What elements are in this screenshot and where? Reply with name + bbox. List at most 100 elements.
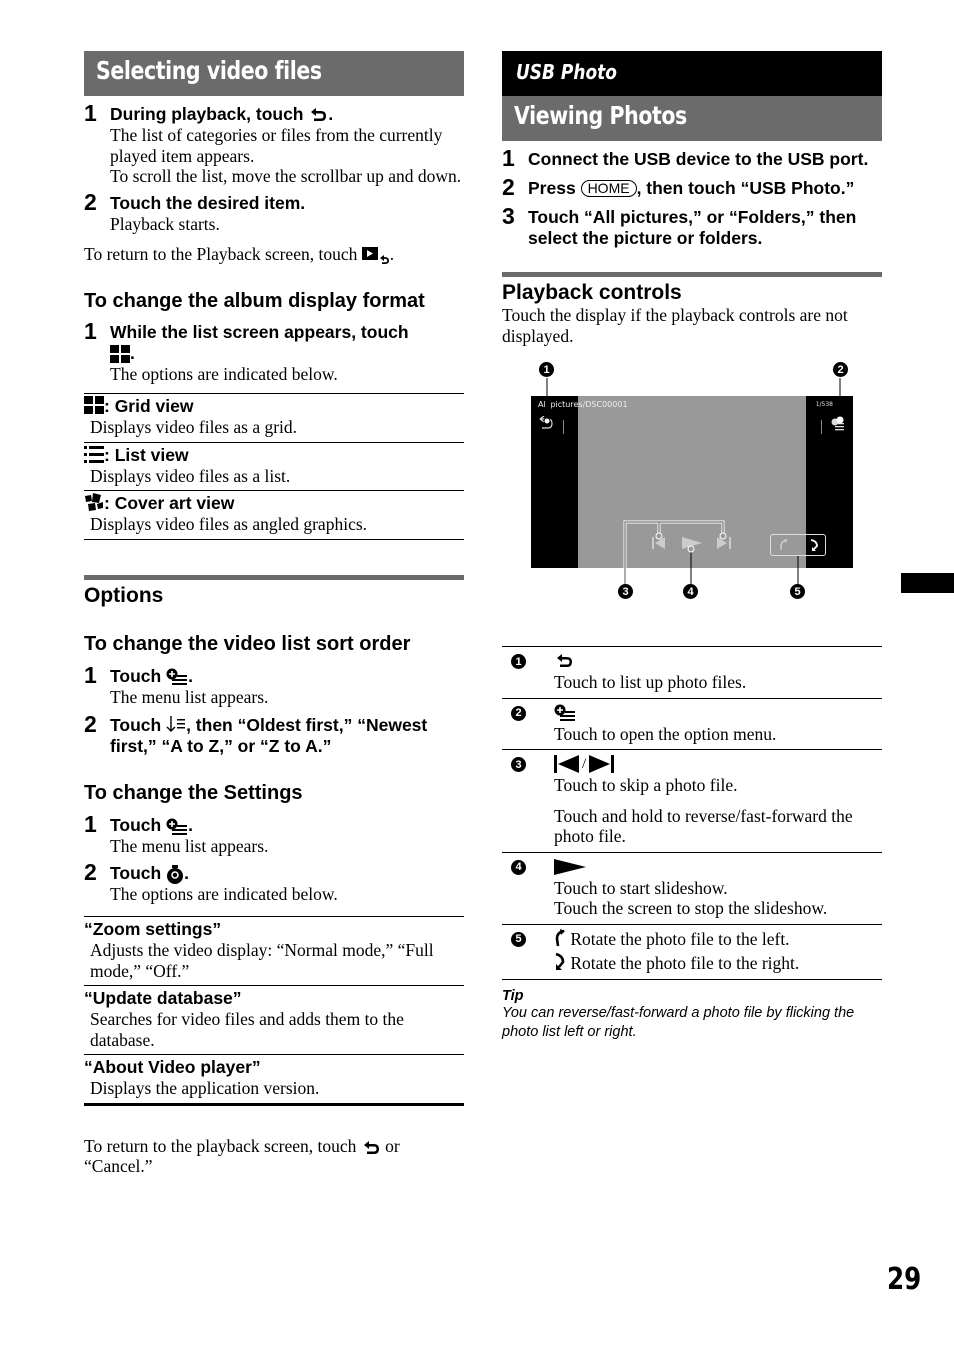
photo-step-1: 1 Connect the USB device to the USB port… (502, 145, 882, 171)
control-desc: Rotate the photo file to the left. (570, 928, 790, 949)
callout-1: 1 (511, 654, 526, 669)
return-text: To return to the Playback screen, touch (84, 244, 358, 264)
option-desc: Displays video files as angled graphics. (90, 514, 368, 535)
step-heading-text: Touch (110, 715, 162, 736)
back-arrow-icon (557, 654, 572, 667)
control-desc: Touch to open the option menu. (554, 723, 777, 744)
callout-leaders (543, 378, 844, 594)
step-1: 1 During playback, touch . The list of c… (84, 100, 464, 187)
step-heading: Press HOME, then touch “USB Photo.” (528, 178, 882, 199)
callout-3: 3 (511, 757, 526, 772)
step-2: 2 Touch the desired item. Playback start… (84, 189, 464, 235)
control-desc: Rotate the photo file to the right. (570, 953, 800, 973)
step-number: 1 (502, 145, 515, 171)
options-section: Options To change the video list sort or… (84, 574, 464, 1177)
step-heading: Touch the desired item. (110, 192, 306, 213)
callout-5: 5 (790, 584, 805, 599)
category-bar: USB Photo (502, 51, 882, 96)
control-row-option-menu: 2 Touch to open the option menu. (502, 699, 882, 750)
step-heading: Connect the USB device to the USB port. (528, 149, 869, 169)
callout-2: 2 (833, 362, 848, 377)
step-body: To scroll the list, move the scrollbar u… (110, 166, 462, 186)
option-desc: Displays the application version. (90, 1078, 320, 1099)
step-heading-text: , then touch “USB Photo.” (636, 178, 855, 198)
option-title: : Cover art view (84, 493, 464, 514)
photo-step-2: 2 Press HOME, then touch “USB Photo.” (502, 174, 882, 200)
back-arrow-icon (363, 1140, 379, 1154)
album-format-section: To change the album display format 1 Whi… (84, 289, 464, 540)
section-title-text: Viewing Photos (514, 101, 687, 130)
control-desc: Touch and hold to reverse/fast-forward t… (554, 805, 853, 847)
period: . (184, 862, 189, 883)
step-heading-text: Press (528, 178, 576, 198)
playback-controls-section: Playback controls Touch the display if t… (502, 272, 882, 1042)
option-desc: Displays video files as a list. (90, 465, 291, 486)
rotate-right-line: Rotate the photo file to the right. (554, 953, 882, 974)
step-heading-text: Touch (110, 815, 162, 836)
option-desc: Displays video files as a grid. (90, 417, 298, 438)
control-desc: Touch to start slideshow. (554, 877, 728, 898)
play-icon (554, 858, 586, 875)
control-row-skip: 3 / Touch to skip a photo file. Touch an… (502, 750, 882, 853)
album-format-title: To change the album display format (84, 289, 425, 312)
page-number: 29 (887, 1262, 922, 1297)
step-heading-text: While the list screen appears, touch (110, 321, 409, 342)
step-heading: Touch . (110, 815, 464, 836)
option-about-video-player: “About Video player” Displays the applic… (84, 1055, 464, 1106)
callout-5: 5 (511, 931, 526, 947)
option-title-text: : List view (104, 444, 189, 465)
control-desc: Touch to list up photo files. (554, 672, 747, 692)
step-heading: Touch “All pictures,” or “Folders,” then… (528, 207, 857, 248)
period: . (389, 244, 395, 264)
control-row-back: 1 Touch to list up photo files. (502, 647, 882, 699)
step-body: The options are indicated below. (110, 363, 338, 384)
option-list-view: : List view Displays video files as a li… (84, 443, 464, 492)
option-menu-icon (166, 818, 188, 835)
home-key: HOME (580, 180, 637, 197)
period: . (188, 815, 193, 836)
album-step-1: 1 While the list screen appears, touch .… (84, 318, 464, 385)
callout-2: 2 (511, 705, 526, 721)
left-column: Selecting video files 1 During playback,… (84, 51, 464, 1177)
section-title-selecting-video: Selecting video files (84, 51, 464, 96)
step-number: 2 (502, 174, 515, 200)
step-body: The list of categories or files from the… (110, 125, 443, 166)
option-title: “Update database” (84, 988, 242, 1009)
section-title-text: Selecting video files (96, 56, 322, 85)
option-desc: Searches for video files and adds them t… (90, 1009, 404, 1050)
sort-step-1: 1 Touch . The menu list appears. (84, 662, 464, 708)
category-title: USB Photo (516, 60, 617, 84)
sort-icon (166, 716, 186, 733)
step-number: 1 (84, 811, 97, 838)
settings-step-1: 1 Touch . The menu list appears. (84, 811, 464, 857)
back-arrow-icon (311, 108, 327, 122)
step-number: 1 (84, 661, 97, 688)
option-title-text: : Grid view (104, 396, 194, 417)
option-update-database: “Update database” Searches for video fil… (84, 986, 464, 1056)
step-heading: While the list screen appears, touch . (110, 322, 464, 364)
option-desc: Adjusts the video display: “Normal mode,… (90, 940, 434, 981)
callout-4: 4 (683, 584, 698, 599)
callout-4: 4 (511, 859, 526, 875)
tip-body: You can reverse/fast-forward a photo fil… (502, 1004, 855, 1040)
step-heading: Touch . (110, 666, 464, 687)
callout-3: 3 (618, 584, 633, 599)
step-body: The menu list appears. (110, 836, 269, 857)
rotate-right-icon (555, 953, 565, 970)
playback-return-icon (361, 246, 389, 264)
photo-step-3: 3 Touch “All pictures,” or “Folders,” th… (502, 203, 882, 249)
period: . (130, 342, 135, 363)
sort-step-2: 2 Touch , then “Oldest first,” “Newest f… (84, 711, 464, 757)
option-title-text: : Cover art view (104, 493, 235, 514)
step-heading: Touch . (110, 863, 464, 884)
settings-title: To change the Settings (84, 782, 303, 805)
step-number: 2 (84, 188, 97, 215)
playback-intro: Touch the display if the playback contro… (502, 305, 848, 346)
grid-icon (110, 345, 130, 364)
step-number: 1 (84, 317, 97, 344)
section-title-viewing-photos: Viewing Photos (502, 96, 882, 141)
rotate-left-line: Rotate the photo file to the left. (554, 928, 882, 950)
return-instruction: To return to the Playback screen, touch … (84, 244, 464, 265)
period: . (188, 665, 193, 686)
separator: / (582, 755, 587, 772)
